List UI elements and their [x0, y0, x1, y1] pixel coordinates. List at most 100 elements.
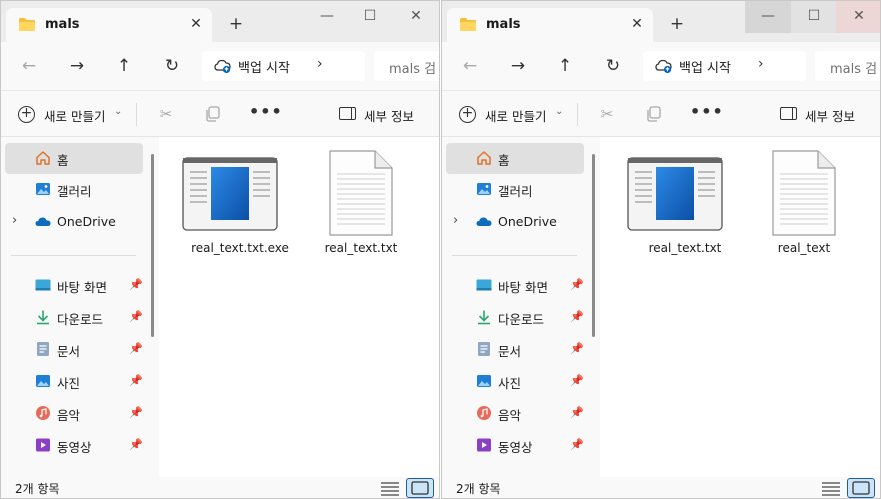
- sidebar-item-label: 갤러리: [57, 184, 92, 199]
- up-arrow-icon[interactable]: ↑: [553, 54, 577, 78]
- sidebar-item-documents[interactable]: 문서 📌: [446, 334, 584, 365]
- sidebar-item-documents[interactable]: 문서 📌: [5, 334, 143, 365]
- back-arrow-icon[interactable]: ←: [458, 54, 482, 78]
- videos-icon: [477, 438, 491, 452]
- details-view-icon[interactable]: [817, 478, 845, 498]
- forward-arrow-icon[interactable]: →: [506, 54, 530, 78]
- file-name: real_text.txt: [648, 241, 722, 255]
- sidebar-item-videos[interactable]: 동영상 📌: [446, 430, 584, 461]
- cut-icon[interactable]: ✂: [157, 105, 175, 123]
- sidebar-item-label: 홈: [498, 153, 510, 168]
- back-arrow-icon[interactable]: ←: [17, 54, 41, 78]
- file-item[interactable]: real_text: [746, 147, 862, 257]
- videos-icon: [36, 438, 50, 452]
- pin-icon[interactable]: 📌: [570, 406, 584, 419]
- refresh-icon[interactable]: ↻: [601, 54, 625, 78]
- search-box[interactable]: mals 검: [815, 51, 880, 81]
- address-text: 백업 시작: [679, 61, 731, 76]
- folder-icon: [19, 18, 35, 31]
- command-bar: + 새로 만들기 ⌄ ✂ ••• 세부 정보: [1, 90, 439, 137]
- file-item[interactable]: real_text.txt: [303, 147, 419, 257]
- tab-mals[interactable]: mals ✕: [6, 8, 212, 42]
- refresh-icon[interactable]: ↻: [160, 54, 184, 78]
- pin-icon[interactable]: 📌: [570, 342, 584, 355]
- minimize-button[interactable]: —: [304, 1, 350, 33]
- sidebar-item-downloads[interactable]: 다운로드 📌: [5, 302, 143, 333]
- forward-arrow-icon[interactable]: →: [65, 54, 89, 78]
- new-label: 새로 만들기: [44, 109, 106, 124]
- sidebar-scrollbar[interactable]: [592, 154, 595, 337]
- sidebar-item-onedrive[interactable]: › OneDrive: [5, 207, 143, 238]
- chevron-down-icon: ⌄: [555, 106, 564, 117]
- large-icons-view-icon: [852, 481, 870, 495]
- new-tab-button[interactable]: +: [225, 13, 247, 35]
- details-view-icon[interactable]: [376, 478, 404, 498]
- chevron-right-icon[interactable]: ›: [12, 213, 17, 228]
- documents-icon: [37, 342, 49, 356]
- plus-circle-icon: +: [18, 106, 35, 123]
- chevron-right-icon[interactable]: ›: [317, 56, 323, 72]
- details-label: 세부 정보: [364, 109, 414, 124]
- sidebar-item-music[interactable]: 음악 📌: [446, 398, 584, 429]
- sidebar-item-label: 문서: [498, 344, 522, 359]
- address-bar[interactable]: 백업 시작 ›: [202, 51, 365, 81]
- copy-icon[interactable]: [204, 105, 222, 123]
- sidebar-item-music[interactable]: 음악 📌: [5, 398, 143, 429]
- pin-icon[interactable]: 📌: [570, 438, 584, 451]
- sidebar-item-desktop[interactable]: 바탕 화면 📌: [446, 270, 584, 301]
- close-window-button[interactable]: ✕: [393, 1, 439, 33]
- sidebar-item-gallery[interactable]: 갤러리: [446, 174, 584, 205]
- onedrive-icon: [476, 217, 492, 226]
- sidebar-item-pictures[interactable]: 사진 📌: [446, 366, 584, 397]
- folder-icon: [460, 18, 476, 31]
- sidebar-item-onedrive[interactable]: › OneDrive: [446, 207, 584, 238]
- search-box[interactable]: mals 검: [374, 51, 439, 81]
- sidebar-item-downloads[interactable]: 다운로드 📌: [446, 302, 584, 333]
- sidebar-divider: [11, 255, 136, 256]
- tab-mals[interactable]: mals ✕: [447, 8, 653, 42]
- more-options-icon[interactable]: •••: [249, 102, 283, 121]
- explorer-window-left: mals ✕ + — ☐ ✕ ← → ↑ ↻ 백업 시작 › mals 검 + …: [0, 0, 440, 499]
- sidebar-item-label: OneDrive: [498, 214, 557, 229]
- more-options-icon[interactable]: •••: [690, 102, 724, 121]
- file-item[interactable]: real_text.txt.exe: [182, 147, 298, 257]
- sidebar-item-home[interactable]: 홈: [5, 143, 143, 174]
- chevron-right-icon[interactable]: ›: [758, 56, 764, 72]
- large-icons-view-button[interactable]: [847, 478, 875, 498]
- sidebar-item-gallery[interactable]: 갤러리: [5, 174, 143, 205]
- pin-icon[interactable]: 📌: [129, 278, 143, 291]
- pin-icon[interactable]: 📌: [570, 374, 584, 387]
- desktop-icon: [35, 279, 51, 291]
- cut-icon[interactable]: ✂: [598, 105, 616, 123]
- pin-icon[interactable]: 📌: [570, 310, 584, 323]
- file-list: real_text.txt.exe real_text.txt: [159, 137, 439, 477]
- pin-icon[interactable]: 📌: [129, 406, 143, 419]
- pin-icon[interactable]: 📌: [129, 438, 143, 451]
- maximize-button[interactable]: ☐: [791, 1, 837, 33]
- file-item[interactable]: real_text.txt: [627, 147, 743, 257]
- sidebar-scrollbar[interactable]: [151, 154, 154, 337]
- command-bar: + 새로 만들기 ⌄ ✂ ••• 세부 정보: [442, 90, 880, 137]
- close-window-button[interactable]: ✕: [836, 1, 880, 33]
- close-tab-button[interactable]: ✕: [627, 14, 647, 34]
- sidebar-item-videos[interactable]: 동영상 📌: [5, 430, 143, 461]
- sidebar-item-home[interactable]: 홈: [446, 143, 584, 174]
- large-icons-view-button[interactable]: [406, 478, 434, 498]
- status-bar: 2개 항목: [442, 477, 880, 498]
- address-bar[interactable]: 백업 시작 ›: [643, 51, 806, 81]
- sidebar-item-desktop[interactable]: 바탕 화면 📌: [5, 270, 143, 301]
- sidebar-item-pictures[interactable]: 사진 📌: [5, 366, 143, 397]
- chevron-right-icon[interactable]: ›: [453, 213, 458, 228]
- maximize-button[interactable]: ☐: [347, 1, 393, 33]
- new-tab-button[interactable]: +: [666, 13, 688, 35]
- pin-icon[interactable]: 📌: [129, 342, 143, 355]
- close-tab-button[interactable]: ✕: [186, 14, 206, 34]
- navigation-bar: ← → ↑ ↻ 백업 시작 › mals 검: [1, 42, 439, 90]
- pin-icon[interactable]: 📌: [570, 278, 584, 291]
- pin-icon[interactable]: 📌: [129, 374, 143, 387]
- up-arrow-icon[interactable]: ↑: [112, 54, 136, 78]
- minimize-button[interactable]: —: [745, 1, 791, 33]
- pin-icon[interactable]: 📌: [129, 310, 143, 323]
- copy-icon[interactable]: [645, 105, 663, 123]
- download-icon: [37, 310, 49, 325]
